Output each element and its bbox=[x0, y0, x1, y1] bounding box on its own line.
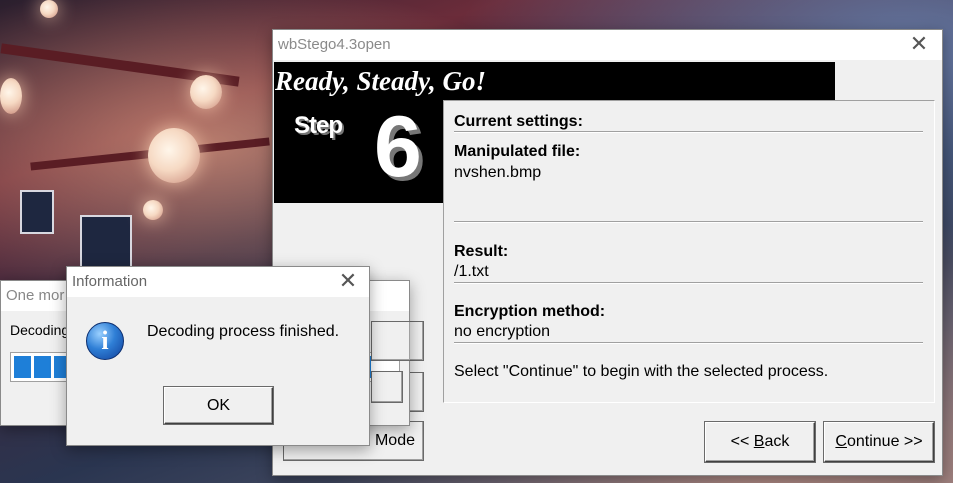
manipulated-file-label: Manipulated file: bbox=[454, 143, 581, 160]
progress-side-button[interactable] bbox=[371, 321, 410, 361]
step-label: Step bbox=[294, 112, 343, 139]
divider bbox=[454, 221, 923, 223]
close-icon[interactable]: ✕ bbox=[333, 267, 363, 297]
step-indicator: Step 6 bbox=[274, 99, 443, 203]
settings-heading: Current settings: bbox=[454, 113, 583, 130]
decoding-label: Decoding bbox=[10, 322, 70, 338]
main-window-titlebar[interactable]: wbStego4.3open ✕ bbox=[273, 30, 942, 60]
continue-hint: Select "Continue" to begin with the sele… bbox=[454, 363, 829, 380]
main-window-title: wbStego4.3open bbox=[278, 36, 391, 53]
result-label: Result: bbox=[454, 243, 509, 260]
info-dialog-titlebar[interactable]: Information ✕ bbox=[67, 267, 369, 297]
progress-block bbox=[14, 356, 31, 378]
wallpaper-window bbox=[20, 190, 54, 234]
continue-rest: ontinue >> bbox=[846, 433, 923, 450]
back-prefix: << bbox=[730, 433, 754, 450]
lantern bbox=[40, 0, 58, 18]
close-icon[interactable]: ✕ bbox=[904, 30, 934, 60]
encryption-method-value: no encryption bbox=[454, 323, 551, 340]
info-icon: i bbox=[86, 322, 124, 360]
continue-button[interactable]: Continue >> bbox=[824, 422, 934, 462]
manipulated-file-value: nvshen.bmp bbox=[454, 164, 542, 181]
info-message: Decoding process finished. bbox=[147, 323, 340, 340]
step-number: 6 bbox=[374, 99, 422, 195]
progress-side-button[interactable] bbox=[371, 371, 403, 403]
wizard-banner: Ready, Steady, Go! bbox=[274, 62, 835, 100]
progress-block bbox=[34, 356, 51, 378]
info-dialog-title: Information bbox=[72, 273, 148, 290]
continue-hotkey: C bbox=[835, 433, 847, 450]
ok-button[interactable]: OK bbox=[164, 387, 273, 424]
wallpaper-window bbox=[80, 215, 132, 269]
current-settings-panel: Current settings: Manipulated file: nvsh… bbox=[443, 100, 935, 403]
back-button[interactable]: << Back bbox=[705, 422, 815, 462]
flowchart-mode-label: Mode bbox=[374, 432, 415, 449]
divider bbox=[454, 342, 923, 344]
back-rest: ack bbox=[764, 433, 790, 450]
lantern bbox=[190, 75, 222, 109]
encryption-method-label: Encryption method: bbox=[454, 303, 606, 320]
lantern bbox=[148, 128, 200, 183]
result-value: /1.txt bbox=[454, 263, 489, 280]
lantern bbox=[143, 200, 163, 220]
information-dialog: Information ✕ i Decoding process finishe… bbox=[66, 266, 370, 446]
divider bbox=[454, 282, 923, 284]
divider bbox=[454, 131, 923, 133]
lantern bbox=[0, 78, 22, 114]
progress-window-title: One mor bbox=[6, 287, 65, 304]
back-hotkey: B bbox=[753, 433, 765, 450]
